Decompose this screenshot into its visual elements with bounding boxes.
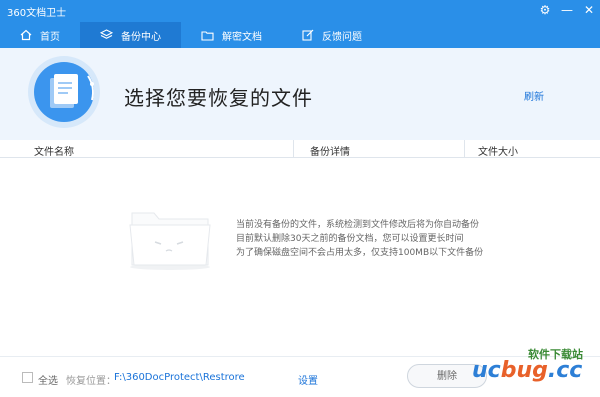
settings-icon[interactable]: ⚙ [538,2,552,18]
close-icon[interactable]: ✕ [582,2,596,18]
column-divider[interactable] [293,140,294,157]
site-watermark: 软件下载站 ucbug.cc [468,346,598,394]
restore-location-label: 恢复位置： [66,376,116,387]
select-all-checkbox[interactable] [22,372,33,383]
empty-folder-icon [128,205,212,271]
title-bar: 360文档卫士 ⚙ — ✕ [0,0,600,22]
tab-home[interactable]: 首页 [0,22,80,48]
header-panel: 选择您要恢复的文件 刷新 [0,48,600,141]
settings-link[interactable]: 设置 [298,372,318,387]
restore-location-path[interactable]: F:\360DocProtect\Restrore [114,372,245,383]
app-title: 360文档卫士 [7,8,67,19]
tab-backup-center-label: 备份中心 [121,31,161,43]
folder-icon [201,30,214,41]
column-file-name[interactable]: 文件名称 [34,143,74,158]
layers-icon [100,29,113,41]
watermark-logo-text: ucbug.cc [472,358,583,383]
refresh-link[interactable]: 刷新 [524,88,544,103]
empty-state-line: 为了确保磁盘空间不会占用太多，仅支持100MB以下文件备份 [236,248,484,258]
column-divider[interactable] [464,140,465,157]
empty-state-line: 目前默认删除30天之前的备份文档，您可以设置更长时间 [236,234,464,244]
window-controls: ⚙ — ✕ [538,2,596,18]
select-all-label[interactable]: 全选 [38,372,58,387]
minimize-icon[interactable]: — [560,2,574,18]
empty-state-message: 当前没有备份的文件，系统检测到文件修改后将为你自动备份 目前默认删除30天之前的… [236,218,483,260]
tab-backup-center[interactable]: 备份中心 [80,22,181,48]
column-backup-details[interactable]: 备份详情 [310,143,350,158]
tab-decrypt-docs-label: 解密文档 [222,31,262,43]
restore-logo-icon [26,54,102,130]
tab-feedback-label: 反馈问题 [322,31,362,43]
column-file-size[interactable]: 文件大小 [478,143,518,158]
empty-state-line: 当前没有备份的文件，系统检测到文件修改后将为你自动备份 [236,220,480,230]
tab-decrypt-docs[interactable]: 解密文档 [181,22,282,48]
page-title: 选择您要恢复的文件 [124,86,313,110]
tab-feedback[interactable]: 反馈问题 [282,22,382,48]
edit-icon [302,29,314,41]
tab-home-label: 首页 [40,31,60,43]
home-icon [20,29,32,41]
file-table-header: 文件名称 备份详情 文件大小 [0,140,600,158]
nav-bar: 首页 备份中心 解密文档 反馈问题 [0,22,600,48]
